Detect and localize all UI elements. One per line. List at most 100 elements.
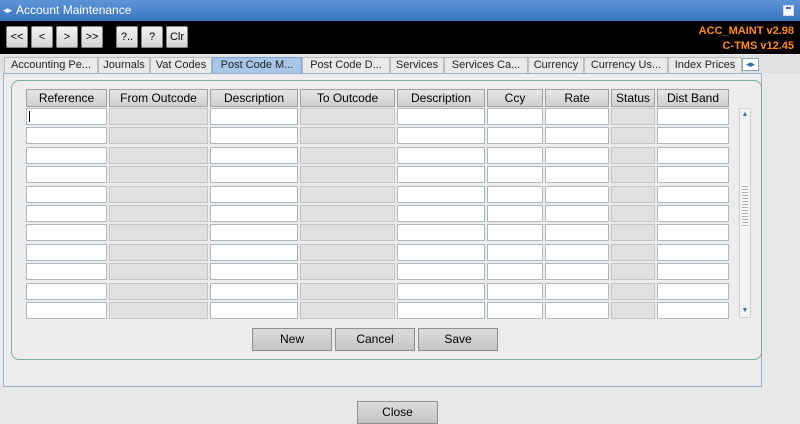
cell-description-2[interactable] [397, 146, 485, 164]
cell-dist-band[interactable] [657, 108, 729, 125]
cell-dist-band[interactable] [657, 127, 729, 145]
cell-reference[interactable] [26, 224, 107, 242]
cell-ccy[interactable] [487, 263, 543, 281]
cancel-button[interactable]: Cancel [335, 328, 415, 351]
cell-reference[interactable] [26, 243, 107, 261]
cell-description[interactable] [210, 127, 298, 145]
column-header-description[interactable]: Description [210, 89, 298, 107]
minimize-button[interactable] [783, 5, 794, 16]
column-header-to-outcode[interactable]: To Outcode [300, 89, 395, 107]
cell-description[interactable] [210, 185, 298, 203]
cell-ccy[interactable] [487, 166, 543, 184]
column-header-dist-band[interactable]: Dist Band [657, 89, 729, 107]
cell-description-2[interactable] [397, 185, 485, 203]
cell-rate[interactable] [545, 127, 609, 145]
first-record-button[interactable]: << [6, 26, 28, 48]
cell-dist-band[interactable] [657, 243, 729, 261]
previous-record-button[interactable]: < [31, 26, 53, 48]
tab-services-categories[interactable]: Services Ca... [444, 57, 528, 73]
cell-description[interactable] [210, 302, 298, 319]
cell-dist-band[interactable] [657, 224, 729, 242]
cell-ccy[interactable] [487, 185, 543, 203]
tab-post-code-distance[interactable]: Post Code D... [302, 57, 390, 73]
cell-description[interactable] [210, 263, 298, 281]
next-record-button[interactable]: > [56, 26, 78, 48]
cell-rate[interactable] [545, 243, 609, 261]
cell-rate[interactable] [545, 166, 609, 184]
cell-dist-band[interactable] [657, 166, 729, 184]
cell-reference[interactable] [26, 127, 107, 145]
cell-dist-band[interactable] [657, 146, 729, 164]
cell-dist-band[interactable] [657, 185, 729, 203]
cell-dist-band[interactable] [657, 263, 729, 281]
tab-index-prices[interactable]: Index Prices [668, 57, 742, 73]
cell-ccy[interactable] [487, 243, 543, 261]
cell-description-2[interactable] [397, 166, 485, 184]
last-record-button[interactable]: >> [81, 26, 103, 48]
cell-description[interactable] [210, 146, 298, 164]
column-header-from-outcode[interactable]: From Outcode [109, 89, 208, 107]
cell-description-2[interactable] [397, 108, 485, 125]
column-header-reference[interactable]: Reference [26, 89, 107, 107]
cell-description[interactable] [210, 108, 298, 125]
cell-description-2[interactable] [397, 205, 485, 222]
query-lookup-button[interactable]: ?.. [116, 26, 138, 48]
cell-reference[interactable] [26, 205, 107, 222]
cell-rate[interactable] [545, 185, 609, 203]
column-header-ccy[interactable]: Ccy [487, 89, 543, 107]
cell-description[interactable] [210, 205, 298, 222]
scroll-down-icon[interactable]: ▼ [740, 306, 750, 316]
cell-ccy[interactable] [487, 108, 543, 125]
new-button[interactable]: New [252, 328, 332, 351]
cell-ccy[interactable] [487, 224, 543, 242]
tab-accounting-periods[interactable]: Accounting Pe... [4, 57, 98, 73]
cell-description-2[interactable] [397, 243, 485, 261]
cell-dist-band[interactable] [657, 302, 729, 319]
column-header-status[interactable]: Status [611, 89, 655, 107]
cell-rate[interactable] [545, 108, 609, 125]
cell-dist-band[interactable] [657, 205, 729, 222]
tab-journals[interactable]: Journals [98, 57, 150, 73]
cell-rate[interactable] [545, 205, 609, 222]
clear-button[interactable]: Clr [166, 26, 188, 48]
cell-ccy[interactable] [487, 302, 543, 319]
cell-rate[interactable] [545, 224, 609, 242]
cell-reference[interactable] [26, 302, 107, 319]
cell-description[interactable] [210, 166, 298, 184]
tab-currency-usage[interactable]: Currency Us... [584, 57, 668, 73]
save-button[interactable]: Save [418, 328, 498, 351]
cell-reference[interactable] [26, 166, 107, 184]
cell-reference[interactable] [26, 282, 107, 300]
cell-description-2[interactable] [397, 127, 485, 145]
cell-dist-band[interactable] [657, 282, 729, 300]
tab-currency[interactable]: Currency [528, 57, 584, 73]
query-button[interactable]: ? [141, 26, 163, 48]
cell-description-2[interactable] [397, 302, 485, 319]
tab-vat-codes[interactable]: Vat Codes [150, 57, 212, 73]
column-header-description-2[interactable]: Description [397, 89, 485, 107]
scroll-up-icon[interactable]: ▲ [740, 110, 750, 120]
cell-description[interactable] [210, 282, 298, 300]
scroll-grip-icon[interactable] [742, 184, 748, 228]
cell-description-2[interactable] [397, 224, 485, 242]
cell-rate[interactable] [545, 146, 609, 164]
cell-rate[interactable] [545, 302, 609, 319]
cell-rate[interactable] [545, 263, 609, 281]
cell-description[interactable] [210, 243, 298, 261]
tab-scroll-arrows-icon[interactable]: ◂▸ [742, 58, 759, 71]
cell-ccy[interactable] [487, 282, 543, 300]
cell-ccy[interactable] [487, 205, 543, 222]
cell-ccy[interactable] [487, 127, 543, 145]
tab-services[interactable]: Services [390, 57, 444, 73]
window-menu-icon[interactable]: ◂▸ [3, 5, 14, 16]
cell-reference[interactable] [26, 146, 107, 164]
cell-description[interactable] [210, 224, 298, 242]
cell-rate[interactable] [545, 282, 609, 300]
cell-ccy[interactable] [487, 146, 543, 164]
column-header-rate[interactable]: Rate [545, 89, 609, 107]
close-button[interactable]: Close [357, 401, 438, 424]
cell-reference[interactable] [26, 263, 107, 281]
cell-reference[interactable] [26, 185, 107, 203]
cell-description-2[interactable] [397, 263, 485, 281]
grid-scrollbar[interactable]: ▲ ▼ [739, 108, 751, 318]
